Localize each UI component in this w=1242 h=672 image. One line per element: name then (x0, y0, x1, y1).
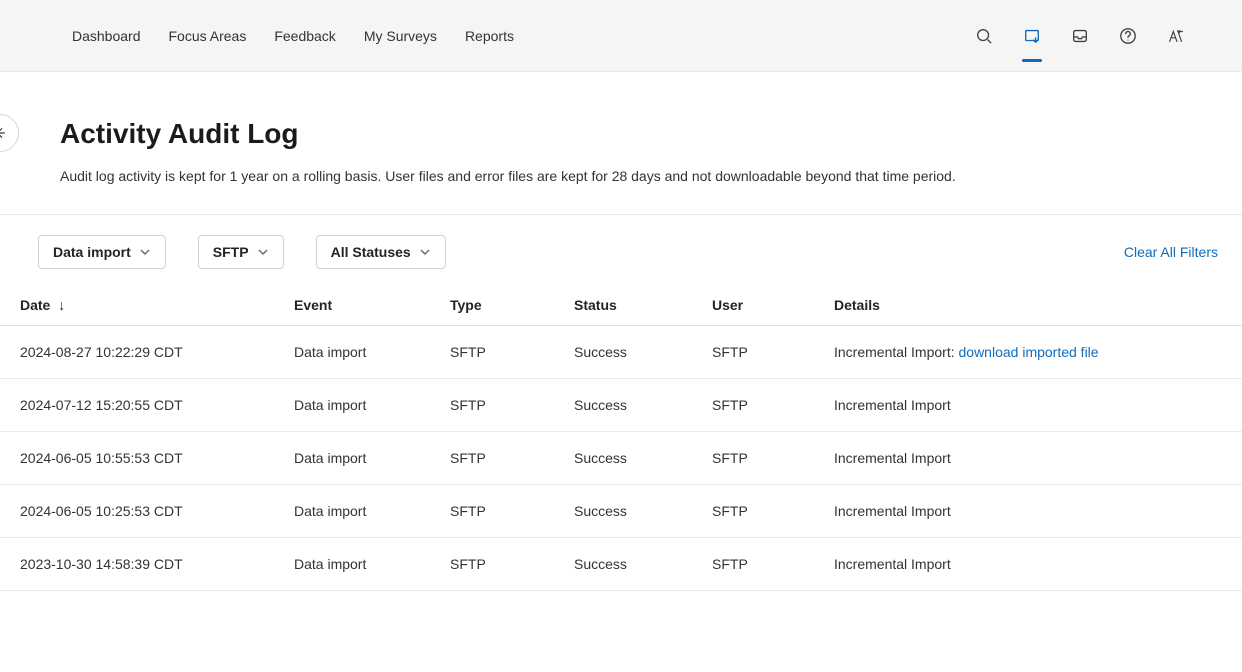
page-title: Activity Audit Log (60, 118, 1202, 150)
inbox-icon[interactable] (1068, 24, 1092, 48)
cell-details: Incremental Import (814, 538, 1242, 591)
filter-status[interactable]: All Statuses (316, 235, 446, 269)
cell-user: SFTP (692, 326, 814, 379)
cell-user: SFTP (692, 379, 814, 432)
download-link[interactable]: download imported file (959, 344, 1099, 360)
cell-date: 2024-06-05 10:55:53 CDT (0, 432, 274, 485)
filter-type-label: SFTP (213, 244, 249, 260)
table-row: 2024-08-27 10:22:29 CDTData importSFTPSu… (0, 326, 1242, 379)
cell-user: SFTP (692, 538, 814, 591)
cell-date: 2024-08-27 10:22:29 CDT (0, 326, 274, 379)
page-subtitle: Audit log activity is kept for 1 year on… (0, 168, 1242, 184)
cell-event: Data import (274, 326, 430, 379)
nav-link-reports[interactable]: Reports (465, 28, 514, 44)
cell-event: Data import (274, 485, 430, 538)
cell-type: SFTP (430, 432, 554, 485)
col-header-user[interactable]: User (692, 285, 814, 326)
cell-details: Incremental Import (814, 379, 1242, 432)
help-icon[interactable] (1116, 24, 1140, 48)
cell-event: Data import (274, 432, 430, 485)
details-prefix: Incremental Import: (834, 344, 959, 360)
cell-type: SFTP (430, 538, 554, 591)
nav-icons (972, 24, 1188, 48)
table-row: 2024-06-05 10:55:53 CDTData importSFTPSu… (0, 432, 1242, 485)
col-header-date-label: Date (20, 297, 50, 313)
chevron-down-icon (257, 246, 269, 258)
col-header-date[interactable]: Date ↓ (0, 285, 274, 326)
nav-link-my-surveys[interactable]: My Surveys (364, 28, 437, 44)
cell-details: Incremental Import (814, 485, 1242, 538)
cell-status: Success (554, 538, 692, 591)
table-row: 2024-06-05 10:25:53 CDTData importSFTPSu… (0, 485, 1242, 538)
col-header-details[interactable]: Details (814, 285, 1242, 326)
filter-type[interactable]: SFTP (198, 235, 284, 269)
search-icon[interactable] (972, 24, 996, 48)
cell-user: SFTP (692, 485, 814, 538)
cell-status: Success (554, 326, 692, 379)
chevron-down-icon (419, 246, 431, 258)
audit-table: Date ↓ Event Type Status User Details 20… (0, 285, 1242, 591)
filter-event[interactable]: Data import (38, 235, 166, 269)
table-header-row: Date ↓ Event Type Status User Details (0, 285, 1242, 326)
nav-link-dashboard[interactable]: Dashboard (72, 28, 141, 44)
cell-status: Success (554, 379, 692, 432)
cell-user: SFTP (692, 432, 814, 485)
cell-type: SFTP (430, 485, 554, 538)
filter-event-label: Data import (53, 244, 131, 260)
import-icon[interactable] (1020, 24, 1044, 48)
top-nav: Dashboard Focus Areas Feedback My Survey… (0, 0, 1242, 72)
back-button[interactable] (0, 114, 19, 152)
cell-event: Data import (274, 538, 430, 591)
filter-status-label: All Statuses (331, 244, 411, 260)
cell-date: 2023-10-30 14:58:39 CDT (0, 538, 274, 591)
cell-type: SFTP (430, 326, 554, 379)
language-icon[interactable] (1164, 24, 1188, 48)
cell-type: SFTP (430, 379, 554, 432)
cell-event: Data import (274, 379, 430, 432)
table-row: 2024-07-12 15:20:55 CDTData importSFTPSu… (0, 379, 1242, 432)
nav-link-feedback[interactable]: Feedback (274, 28, 335, 44)
sort-desc-icon: ↓ (58, 297, 65, 313)
chevron-down-icon (139, 246, 151, 258)
table-row: 2023-10-30 14:58:39 CDTData importSFTPSu… (0, 538, 1242, 591)
cell-date: 2024-07-12 15:20:55 CDT (0, 379, 274, 432)
nav-links: Dashboard Focus Areas Feedback My Survey… (72, 28, 972, 44)
cell-status: Success (554, 485, 692, 538)
nav-link-focus-areas[interactable]: Focus Areas (169, 28, 247, 44)
cell-date: 2024-06-05 10:25:53 CDT (0, 485, 274, 538)
clear-filters-link[interactable]: Clear All Filters (1124, 244, 1218, 260)
col-header-status[interactable]: Status (554, 285, 692, 326)
filters-row: Data import SFTP All Statuses Clear All … (0, 215, 1242, 285)
cell-status: Success (554, 432, 692, 485)
arrow-left-icon (0, 126, 7, 140)
cell-details: Incremental Import: download imported fi… (814, 326, 1242, 379)
page-header: Activity Audit Log (0, 72, 1242, 168)
col-header-type[interactable]: Type (430, 285, 554, 326)
cell-details: Incremental Import (814, 432, 1242, 485)
col-header-event[interactable]: Event (274, 285, 430, 326)
